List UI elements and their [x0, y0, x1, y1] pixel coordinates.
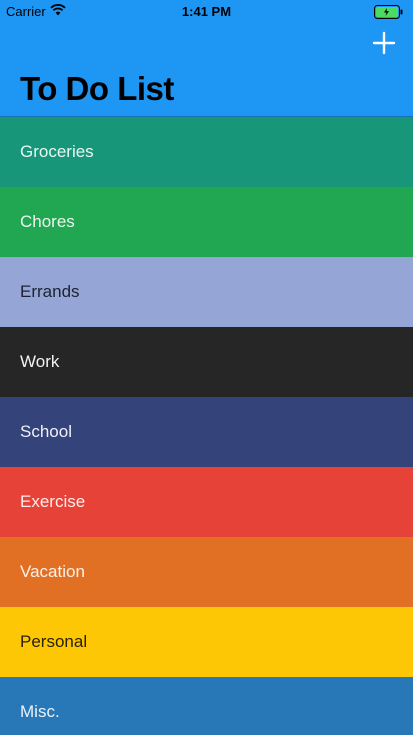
list-item[interactable]: School	[0, 397, 413, 467]
add-button[interactable]	[371, 30, 397, 56]
battery-icon	[374, 5, 404, 19]
status-time: 1:41 PM	[181, 4, 232, 19]
list-item-label: School	[20, 422, 72, 441]
list-item[interactable]: Groceries	[0, 117, 413, 187]
list-item-label: Work	[20, 352, 60, 371]
status-bar: Carrier 1:41 PM	[0, 0, 413, 24]
screen: Carrier 1:41 PM To Do List Groceries Cho…	[0, 0, 413, 735]
list-item[interactable]: Vacation	[0, 537, 413, 607]
list-item-label: Vacation	[20, 562, 85, 581]
list-item[interactable]: Misc.	[0, 677, 413, 735]
list-item[interactable]: Exercise	[0, 467, 413, 537]
list-item[interactable]: Personal	[0, 607, 413, 677]
list-item[interactable]: Errands	[0, 257, 413, 327]
plus-icon	[372, 31, 396, 55]
list-item-label: Chores	[20, 212, 75, 231]
list-item-label: Groceries	[20, 142, 94, 161]
list-item-label: Exercise	[20, 492, 86, 511]
list-item-label: Misc.	[20, 702, 60, 721]
navigation-bar: Carrier 1:41 PM To Do List	[0, 0, 413, 117]
category-list: Groceries Chores Errands Work School Exercise…	[0, 117, 413, 735]
list-item[interactable]: Chores	[0, 187, 413, 257]
page-title: To Do List	[20, 70, 174, 107]
list-item-label: Errands	[20, 282, 80, 301]
list-item[interactable]: Work	[0, 327, 413, 397]
list-item-label: Personal	[20, 632, 88, 651]
